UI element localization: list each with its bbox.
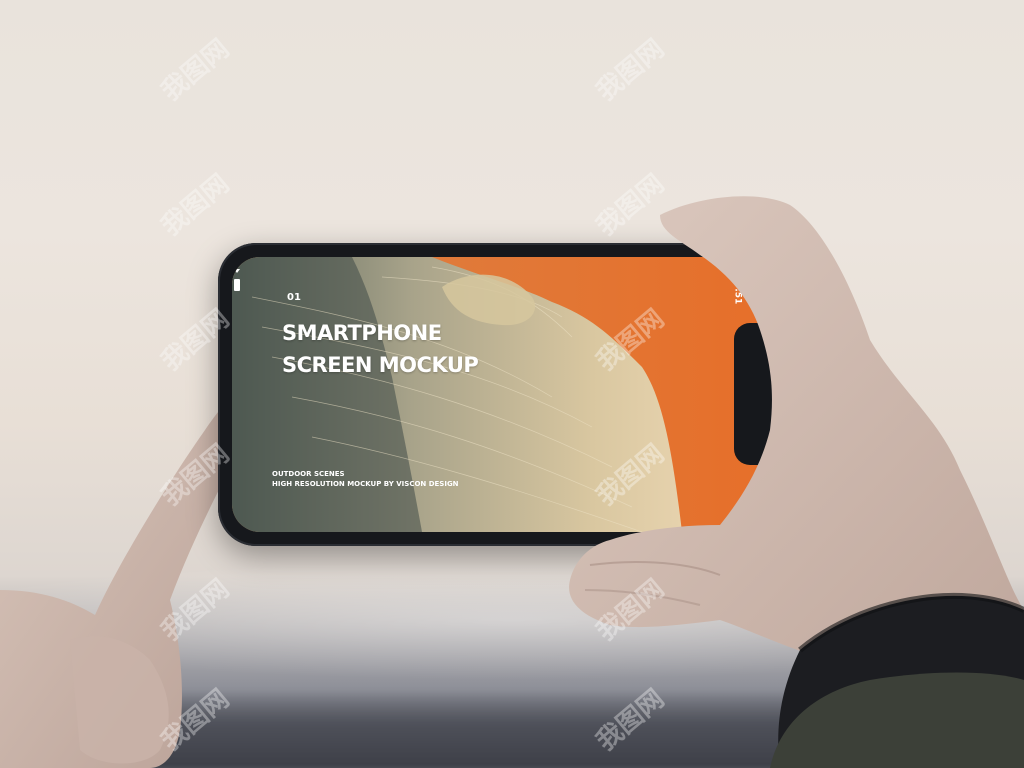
photo-scene: 01 SMARTPHONE SCREEN MOCKUP OUTDOOR SCEN…: [0, 0, 1024, 768]
jacket-sleeve: [770, 592, 1024, 768]
